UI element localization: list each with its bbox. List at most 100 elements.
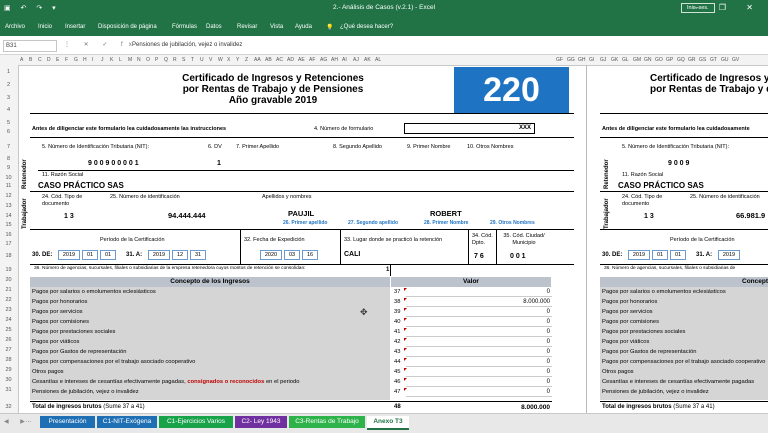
row-header[interactable]: 20 [0,277,17,283]
row-header[interactable]: 12 [0,193,17,199]
comment-indicator-icon[interactable] [404,318,407,321]
column-header[interactable]: AG [320,57,327,63]
ciudad-value[interactable]: 0 0 1 [510,253,526,260]
a-day[interactable]: 31 [190,250,206,260]
column-header[interactable]: GQ [677,57,685,63]
sheet-tab[interactable]: Anexo T3 [367,416,409,430]
row-header[interactable]: 28 [0,357,17,363]
column-header[interactable]: S [182,57,185,63]
exp-day[interactable]: 16 [302,250,318,260]
column-header[interactable]: W [218,57,223,63]
row-header[interactable]: 23 [0,307,17,313]
column-header[interactable]: E [56,57,59,63]
row-header[interactable]: 17 [0,241,17,247]
row-header[interactable]: 5 [0,120,17,126]
ribbon-tab-disposicion[interactable]: Disposición de página [98,24,157,30]
row-header[interactable]: 6 [0,129,17,135]
column-header[interactable]: D [47,57,51,63]
ribbon-tab-inicio[interactable]: Inicio [38,24,52,30]
ingreso-valor[interactable]: 0 [458,389,550,395]
row-header[interactable]: 10 [0,175,17,181]
tipo-doc-value[interactable]: 1 3 [64,213,74,220]
column-header[interactable]: GV [732,57,739,63]
comment-indicator-icon[interactable] [404,288,407,291]
comment-indicator-icon[interactable] [404,358,407,361]
comment-indicator-icon[interactable] [404,328,407,331]
sheet-tab[interactable]: C1-NIT-Exógena [97,416,157,428]
ingreso-valor[interactable]: 0 [458,329,550,335]
column-header[interactable]: Z [245,57,248,63]
column-header[interactable]: AD [287,57,294,63]
sheet-tab[interactable]: C1-Ejercicios Varios [159,416,233,428]
ingreso-valor[interactable]: 0 [458,319,550,325]
comment-indicator-icon[interactable] [404,378,407,381]
more-sheets-button[interactable]: ... [26,418,31,424]
row-header[interactable]: 18 [0,253,17,259]
column-header[interactable]: GO [655,57,663,63]
sheet-tab[interactable]: C2- Ley 1943 [235,416,287,428]
row-header[interactable]: 22 [0,297,17,303]
window-controls[interactable]: – ❐ ✕ [694,3,762,12]
row-header[interactable]: 29 [0,367,17,373]
column-header[interactable]: AB [265,57,272,63]
row-header[interactable]: 9 [0,165,17,171]
lugar-value[interactable]: CALI [344,251,360,258]
ingreso-valor[interactable]: 0 [458,289,550,295]
row-header[interactable]: 19 [0,267,17,273]
row-header[interactable]: 16 [0,232,17,238]
column-header[interactable]: P [155,57,158,63]
column-header[interactable]: GR [688,57,696,63]
column-header[interactable]: K [110,57,113,63]
primer-apellido-value[interactable]: PAUJIL [288,209,314,218]
column-header[interactable]: L [119,57,122,63]
exp-year[interactable]: 2020 [260,250,282,260]
ingreso-valor[interactable]: 0 [458,349,550,355]
row-header[interactable]: 8 [0,156,17,162]
column-header[interactable]: Q [164,57,168,63]
row-header[interactable]: 1 [0,69,17,75]
column-header[interactable]: AC [276,57,283,63]
column-header[interactable]: H [83,57,87,63]
column-header[interactable]: AL [375,57,381,63]
row-header[interactable]: 2 [0,82,17,88]
ribbon-tab-datos[interactable]: Datos [206,24,222,30]
column-header[interactable]: U [200,57,204,63]
column-header[interactable]: C [38,57,42,63]
ribbon-tab-formulas[interactable]: Fórmulas [172,24,197,30]
razon-social-value[interactable]: CASO PRÁCTICO SAS [38,181,124,190]
comment-indicator-icon[interactable] [404,308,407,311]
column-header[interactable]: GG [567,57,575,63]
column-header[interactable]: GS [699,57,706,63]
column-header[interactable]: O [146,57,150,63]
agencias-value[interactable]: 1 [386,267,389,273]
column-header[interactable]: GL [622,57,629,63]
row-header[interactable]: 24 [0,317,17,323]
row-header[interactable]: 27 [0,347,17,353]
formula-input[interactable]: Pensiones de jubilación, vejez o invalid… [132,40,242,50]
column-header[interactable]: GK [611,57,618,63]
column-header[interactable]: GJ [600,57,606,63]
dv-value[interactable]: 1 [217,160,221,167]
ribbon-tab-archivo[interactable]: Archivo [5,24,25,30]
column-header[interactable]: X [227,57,230,63]
column-header[interactable]: T [191,57,194,63]
ribbon-tab-insertar[interactable]: Insertar [65,24,85,30]
comment-indicator-icon[interactable] [404,388,407,391]
row-header[interactable]: 25 [0,327,17,333]
comment-indicator-icon[interactable] [404,348,407,351]
column-header[interactable]: AI [342,57,347,63]
column-header[interactable]: GM [633,57,641,63]
ingreso-valor[interactable]: 0 [458,339,550,345]
comment-indicator-icon[interactable] [404,368,407,371]
form-number-value[interactable]: XXX [404,123,535,134]
ingreso-valor[interactable]: 8.000.000 [458,299,550,305]
column-header[interactable]: GT [710,57,717,63]
row-header[interactable]: 32 [0,404,17,410]
ribbon-tab-ayuda[interactable]: Ayuda [295,24,312,30]
total-value[interactable]: 8.000.000 [458,404,550,411]
num-id-value[interactable]: 94.444.444 [168,211,206,220]
comment-indicator-icon[interactable] [404,338,407,341]
column-header[interactable]: J [101,57,104,63]
row-header[interactable]: 11 [0,183,17,189]
column-header[interactable]: GF [556,57,563,63]
